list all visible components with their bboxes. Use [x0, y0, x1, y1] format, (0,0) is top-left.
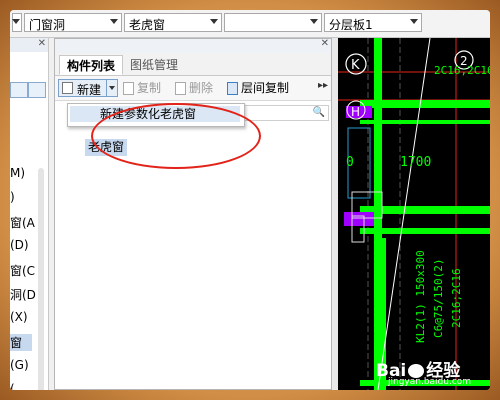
layer-copy-button-label: 层间复制 [241, 81, 290, 95]
search-input[interactable]: 🔍 [241, 105, 329, 121]
tab-component-list[interactable]: 构件列表 [59, 55, 124, 75]
chevron-down-icon [310, 19, 318, 24]
beam-label: KL2(1) 150x300 [414, 250, 427, 343]
copy-button[interactable]: 复制 [123, 79, 161, 97]
new-document-icon [62, 82, 73, 94]
close-icon[interactable]: ✕ [321, 38, 329, 49]
dimension-label-left: 0 [346, 155, 354, 170]
scrollbar[interactable] [38, 168, 44, 390]
rebar-label-top: 2C16;2C16 [434, 64, 490, 77]
panel-tabs: 构件列表 图纸管理 [55, 53, 331, 76]
layer-combo-value: 分层板1 [329, 18, 373, 32]
copy-button-label: 复制 [137, 81, 162, 95]
nav-view-button[interactable] [28, 82, 46, 98]
delete-icon [175, 82, 186, 95]
watermark-url: jingyan.baidu.com [388, 377, 472, 387]
layer-copy-icon [227, 82, 238, 95]
axis-label-h: H [351, 105, 360, 119]
rebar-label-bottom: 2C16;2C16 [450, 268, 463, 328]
chevron-down-icon [109, 86, 115, 90]
layer-combo[interactable]: 分层板1 [324, 13, 422, 32]
annotation-ellipse [91, 103, 261, 169]
search-icon: 🔍 [312, 107, 325, 118]
tab-drawing-management[interactable]: 图纸管理 [123, 55, 185, 75]
nav-item[interactable]: 窗(A [10, 214, 35, 231]
layer-copy-button[interactable]: 层间复制 [227, 79, 289, 97]
combo-left-edge[interactable] [12, 13, 22, 32]
nav-item[interactable]: 洞(D [10, 286, 36, 303]
nav-item[interactable]: ( [10, 382, 15, 390]
chevron-down-icon [110, 19, 118, 24]
navigation-panel-header: ✕ [10, 38, 48, 52]
category-combo-value: 门窗洞 [29, 18, 66, 32]
new-dropdown-toggle[interactable] [106, 80, 117, 96]
new-button[interactable]: 新建 [58, 79, 118, 97]
nav-item-selected[interactable]: 窗 [10, 334, 32, 351]
nav-item[interactable]: (G) [10, 358, 29, 372]
nav-item[interactable]: M) [10, 166, 25, 180]
nav-item[interactable]: ) [10, 190, 15, 204]
paw-icon [408, 364, 425, 378]
new-button-label: 新建 [77, 83, 102, 97]
cad-canvas[interactable]: K 2 H 2C16;2C16 1700 0 KL2(1) 150x300 C6… [338, 38, 490, 390]
dimension-label: 1700 [400, 155, 431, 170]
nav-tool-button[interactable] [10, 82, 28, 98]
close-icon[interactable]: ✕ [38, 38, 46, 49]
nav-item[interactable]: (X) [10, 310, 28, 324]
delete-button[interactable]: 删除 [175, 79, 213, 97]
copy-icon [123, 82, 134, 95]
combo-toolbar: 门窗洞 老虎窗 分层板1 [10, 10, 490, 38]
component-toolbar: 新建 复制 删除 层间复制 ▸▸ [55, 76, 331, 101]
cad-drawing: K 2 H 2C16;2C16 1700 0 KL2(1) 150x300 C6… [338, 38, 490, 390]
type-combo[interactable]: 老虎窗 [124, 13, 222, 32]
chevron-down-icon [210, 19, 218, 24]
chevron-down-icon [12, 19, 20, 24]
axis-label-k: K [351, 58, 360, 73]
delete-button-label: 删除 [189, 81, 214, 95]
nav-item[interactable]: (D) [10, 238, 29, 252]
more-icon[interactable]: ▸▸ [318, 80, 328, 91]
app-window: 门窗洞 老虎窗 分层板1 ✕ M) ) 窗(A (D) 窗(C 洞(D (X) … [10, 10, 490, 390]
stirrup-label: C6@75/150(2) [432, 259, 445, 338]
component-panel-header: ✕ [55, 38, 331, 53]
nav-item[interactable]: 窗(C [10, 262, 35, 279]
component-panel: ✕ 构件列表 图纸管理 新建 复制 删除 层间复制 ▸▸ 🔍 老虎窗 新建参数化… [54, 38, 332, 390]
chevron-down-icon [410, 19, 418, 24]
type-combo-value: 老虎窗 [129, 18, 166, 32]
category-combo[interactable]: 门窗洞 [24, 13, 122, 32]
component-combo[interactable] [224, 13, 322, 32]
navigation-panel: ✕ M) ) 窗(A (D) 窗(C 洞(D (X) 窗 (G) ( [10, 38, 49, 390]
